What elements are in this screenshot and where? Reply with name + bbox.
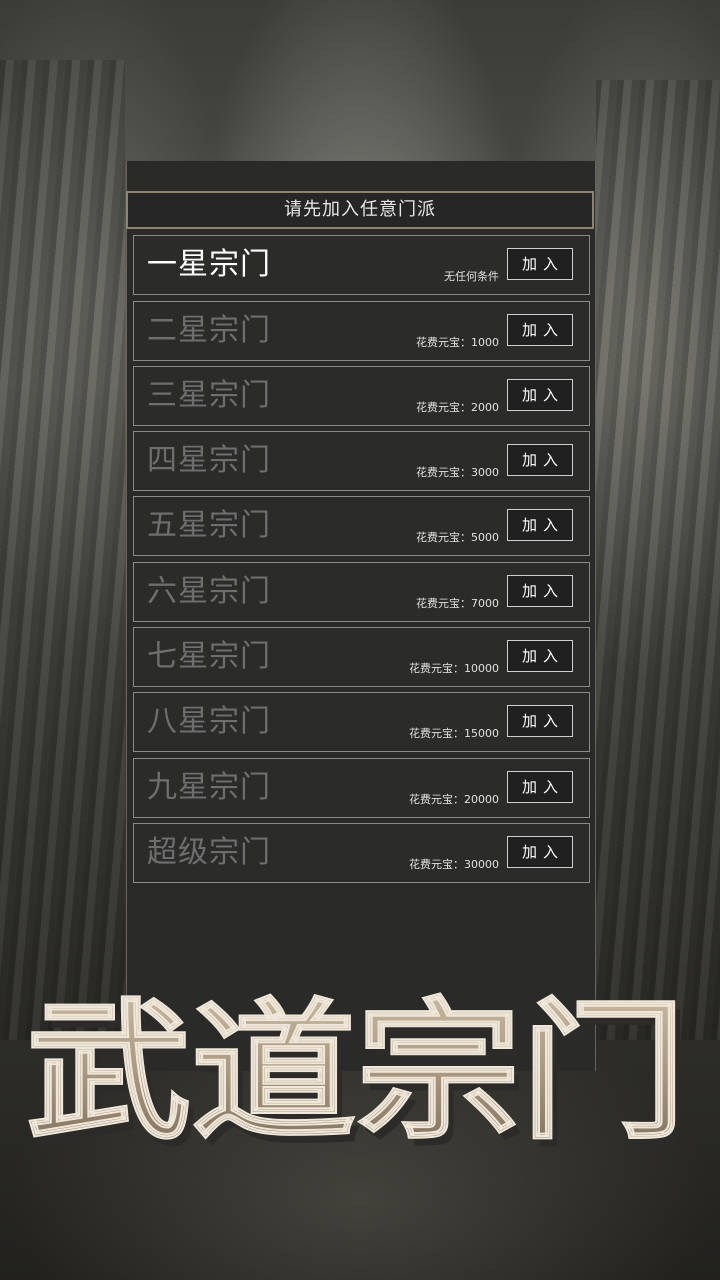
logo-text: 武道宗门 [26,990,686,1160]
sect-requirement: 花费元宝：5000 [416,531,499,544]
sect-name: 八星宗门 [147,704,271,739]
game-screen: 请先加入任意门派 一星宗门 无任何条件 加入 二星宗门 花费元宝：1000 加入… [0,0,720,1280]
game-logo: 武道宗门 武道宗门 [25,990,692,1160]
join-button[interactable]: 加入 [507,575,573,607]
sect-name: 九星宗门 [147,770,271,805]
background-cliff-right [596,80,720,1040]
sect-row: 超级宗门 花费元宝：30000 加入 [133,823,590,883]
sect-name: 六星宗门 [147,574,271,609]
join-button[interactable]: 加入 [507,444,573,476]
sect-requirement: 花费元宝：20000 [409,793,499,806]
sect-row: 七星宗门 花费元宝：10000 加入 [133,627,590,687]
join-button[interactable]: 加入 [507,314,573,346]
join-button[interactable]: 加入 [507,640,573,672]
sect-name: 四星宗门 [147,443,271,478]
sect-row: 四星宗门 花费元宝：3000 加入 [133,431,590,491]
sect-requirement: 花费元宝：3000 [416,466,499,479]
sect-row: 二星宗门 花费元宝：1000 加入 [133,301,590,361]
sect-requirement: 无任何条件 [444,270,499,283]
join-button[interactable]: 加入 [507,248,573,280]
sect-row: 六星宗门 花费元宝：7000 加入 [133,562,590,622]
sect-name: 二星宗门 [147,313,271,348]
background-cliff-left [0,60,125,1040]
sect-name: 超级宗门 [147,835,271,870]
sect-requirement: 花费元宝：15000 [409,727,499,740]
panel-title: 请先加入任意门派 [126,191,594,229]
join-button[interactable]: 加入 [507,379,573,411]
sect-requirement: 花费元宝：10000 [409,662,499,675]
sect-requirement: 花费元宝：30000 [409,858,499,871]
join-button[interactable]: 加入 [507,509,573,541]
sect-requirement: 花费元宝：1000 [416,336,499,349]
sect-row: 五星宗门 花费元宝：5000 加入 [133,496,590,556]
sect-name: 三星宗门 [147,378,271,413]
sect-name: 七星宗门 [147,639,271,674]
sect-requirement: 花费元宝：2000 [416,401,499,414]
join-button[interactable]: 加入 [507,771,573,803]
sect-requirement: 花费元宝：7000 [416,597,499,610]
sect-name: 一星宗门 [147,247,271,282]
sect-name: 五星宗门 [147,508,271,543]
sect-row: 一星宗门 无任何条件 加入 [133,235,590,295]
join-button[interactable]: 加入 [507,836,573,868]
join-button[interactable]: 加入 [507,705,573,737]
sect-row: 八星宗门 花费元宝：15000 加入 [133,692,590,752]
sect-row: 九星宗门 花费元宝：20000 加入 [133,758,590,818]
sect-row: 三星宗门 花费元宝：2000 加入 [133,366,590,426]
